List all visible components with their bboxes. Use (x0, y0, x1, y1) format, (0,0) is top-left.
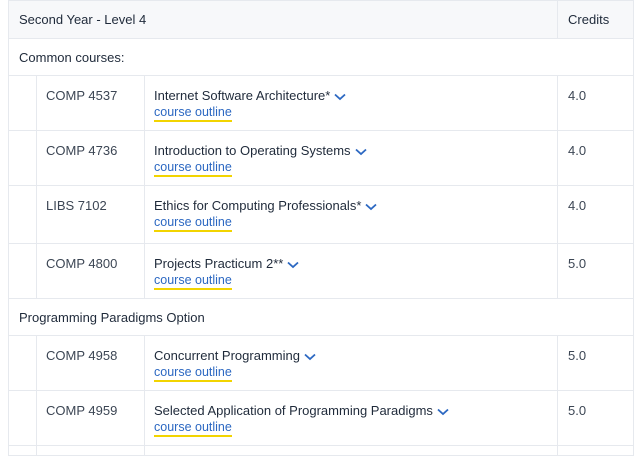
course-title-cell: Concurrent Programming course outline (143, 335, 559, 391)
credits-heading: Credits (557, 0, 635, 39)
table-header-row: Second Year - Level 4 Credits (7, 0, 635, 39)
course-code: LIBS 7102 (36, 185, 145, 244)
course-title: Ethics for Computing Professionals* (154, 198, 362, 213)
chevron-down-icon (304, 353, 316, 360)
course-title-cell: Projects Practicum 2** course outline (143, 243, 559, 299)
course-outline-link[interactable]: course outline (154, 273, 232, 290)
course-title-cell: Internet Software Architecture* course o… (143, 75, 559, 131)
course-code: COMP 4736 (36, 130, 145, 186)
course-credits: 5.0 (557, 335, 635, 391)
course-title-cell: Selected Application of Programming Para… (143, 390, 559, 446)
empty-cell (143, 445, 559, 456)
section-row-option: Programming Paradigms Option (7, 298, 635, 336)
course-title-cell: Introduction to Operating Systems course… (143, 130, 559, 186)
indent-cell (8, 335, 37, 391)
course-title-cell: Ethics for Computing Professionals* cour… (143, 185, 559, 244)
course-credits: 4.0 (557, 130, 635, 186)
table-row: COMP 4537 Internet Software Architecture… (8, 75, 635, 131)
course-code: COMP 4958 (36, 335, 145, 391)
course-outline-link[interactable]: course outline (154, 105, 232, 122)
indent-cell (8, 75, 37, 131)
course-outline-link[interactable]: course outline (154, 365, 232, 382)
course-title-toggle[interactable]: Internet Software Architecture* (154, 88, 346, 103)
indent-cell (8, 390, 37, 446)
course-outline-link[interactable]: course outline (154, 420, 232, 437)
course-title-toggle[interactable]: Projects Practicum 2** (154, 256, 299, 271)
chevron-down-icon (287, 261, 299, 268)
course-code: COMP 4959 (36, 390, 145, 446)
section-label-common: Common courses: (7, 38, 635, 76)
chevron-down-icon (354, 148, 367, 155)
term-heading: Second Year - Level 4 (7, 0, 559, 39)
chevron-down-icon (334, 93, 346, 100)
indent-cell (8, 243, 37, 299)
course-title-toggle[interactable]: Concurrent Programming (154, 348, 316, 363)
empty-cell (36, 445, 145, 456)
course-title-toggle[interactable]: Ethics for Computing Professionals* (154, 198, 377, 213)
course-title-toggle[interactable]: Selected Application of Programming Para… (154, 403, 449, 418)
table-row: COMP 4800 Projects Practicum 2** course … (8, 243, 635, 299)
course-outline-link[interactable]: course outline (154, 160, 232, 177)
course-title: Concurrent Programming (154, 348, 300, 363)
table-row: COMP 4736 Introduction to Operating Syst… (8, 130, 635, 186)
table-row: COMP 4959 Selected Application of Progra… (8, 390, 635, 446)
course-outline-link[interactable]: course outline (154, 215, 232, 232)
course-title-toggle[interactable]: Introduction to Operating Systems (154, 143, 367, 158)
course-table: Second Year - Level 4 Credits Common cou… (7, 0, 635, 456)
course-credits: 5.0 (557, 243, 635, 299)
chevron-down-icon (437, 408, 449, 415)
chevron-down-icon (365, 203, 377, 210)
course-title: Selected Application of Programming Para… (154, 403, 433, 418)
table-row: COMP 4958 Concurrent Programming course … (8, 335, 635, 391)
course-title: Projects Practicum 2** (154, 256, 284, 271)
section-row-common: Common courses: (7, 38, 635, 76)
course-title: Internet Software Architecture* (154, 88, 331, 103)
course-title: Introduction to Operating Systems (154, 143, 351, 158)
section-label-option: Programming Paradigms Option (7, 298, 635, 336)
course-credits: 4.0 (557, 185, 635, 244)
indent-cell (8, 130, 37, 186)
course-credits: 5.0 (557, 390, 635, 446)
table-row-partial (8, 445, 635, 456)
course-code: COMP 4800 (36, 243, 145, 299)
course-code: COMP 4537 (36, 75, 145, 131)
indent-cell (8, 185, 37, 244)
course-credits: 4.0 (557, 75, 635, 131)
indent-cell (8, 445, 37, 456)
empty-cell (557, 445, 635, 456)
table-row: LIBS 7102 Ethics for Computing Professio… (8, 185, 635, 244)
